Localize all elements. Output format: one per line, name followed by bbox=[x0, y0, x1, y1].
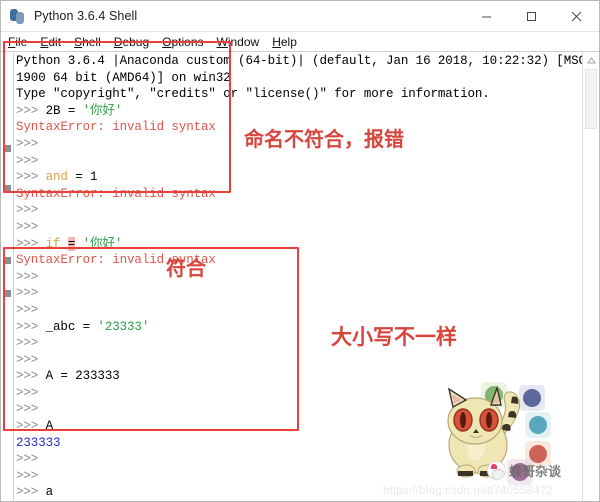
shell-line: >>> bbox=[16, 401, 582, 418]
menu-item-options[interactable]: Options bbox=[162, 33, 211, 51]
scrollbar-thumb[interactable] bbox=[585, 69, 597, 129]
menu-label: hell bbox=[82, 34, 101, 49]
prompt: >>> bbox=[16, 203, 39, 218]
code-text: A bbox=[45, 419, 54, 434]
shell-line: >>> A bbox=[16, 418, 582, 435]
shell-line: >>> if = '你好' bbox=[16, 236, 582, 253]
menu-mnemonic: S bbox=[74, 34, 83, 49]
annotation-case-differs: 大小写不一样 bbox=[331, 325, 457, 349]
keyword-token: if bbox=[45, 236, 61, 251]
prompt: >>> bbox=[16, 136, 39, 151]
prompt: >>> bbox=[16, 236, 46, 251]
menu-item-edit[interactable]: Edit bbox=[40, 33, 69, 51]
shell-line: >>> bbox=[16, 302, 582, 319]
title-bar: Python 3.6.4 Shell bbox=[1, 1, 599, 32]
prompt: >>> bbox=[16, 286, 39, 301]
prompt: >>> bbox=[16, 319, 46, 334]
banner-line: 1900 64 bit (AMD64)] on win32 bbox=[16, 70, 231, 85]
prompt: >>> bbox=[16, 468, 39, 483]
string-literal: '23333' bbox=[97, 319, 150, 334]
shell-line: >>> a bbox=[16, 484, 582, 501]
shell-body: Python 3.6.4 |Anaconda custom (64-bit)| … bbox=[1, 52, 599, 501]
shell-error: SyntaxError: invalid syntax bbox=[16, 186, 216, 201]
prompt: >>> bbox=[16, 352, 39, 367]
shell-line: >>> and = 1 bbox=[16, 169, 582, 186]
menu-label: ile bbox=[15, 34, 28, 49]
code-text: A = 233333 bbox=[45, 369, 120, 384]
annotation-naming-mismatch: 命名不符合，报错 bbox=[244, 127, 404, 151]
minimize-button[interactable] bbox=[464, 1, 509, 32]
maximize-button[interactable] bbox=[509, 1, 554, 32]
prompt: >>> bbox=[16, 452, 39, 467]
prompt: >>> bbox=[16, 219, 39, 234]
code-text: = 1 bbox=[67, 170, 98, 185]
menu-label: indow bbox=[227, 34, 260, 49]
shell-line: >>> bbox=[16, 335, 582, 352]
menu-label: dit bbox=[48, 34, 62, 49]
keyword-token: and bbox=[45, 170, 68, 185]
banner-line: Python 3.6.4 |Anaconda custom (64-bit)| … bbox=[16, 54, 582, 68]
prompt: >>> bbox=[16, 369, 46, 384]
menu-label: ebug bbox=[122, 34, 150, 49]
shell-line: >>> bbox=[16, 451, 582, 468]
shell-output: 233333 bbox=[16, 435, 61, 450]
shell-line: >>> _abc = '23333' bbox=[16, 319, 582, 336]
prompt: >>> bbox=[16, 170, 46, 185]
prompt: >>> bbox=[16, 336, 39, 351]
string-literal: '你好' bbox=[82, 103, 123, 118]
menu-item-file[interactable]: File bbox=[8, 33, 35, 51]
menu-item-debug[interactable]: Debug bbox=[114, 33, 157, 51]
shell-line: >>> bbox=[16, 269, 582, 286]
shell-line: >>> bbox=[16, 468, 582, 485]
gutter-mark bbox=[3, 145, 11, 152]
line-gutter bbox=[1, 52, 14, 501]
gutter-mark bbox=[3, 290, 11, 297]
gutter-mark bbox=[3, 257, 11, 264]
prompt: >>> bbox=[16, 103, 46, 118]
shell-line: >>> bbox=[16, 385, 582, 402]
string-literal: '你好' bbox=[75, 236, 123, 251]
shell-line: >>> bbox=[16, 352, 582, 369]
code-text: a bbox=[45, 485, 54, 500]
window-controls bbox=[464, 1, 599, 32]
scroll-up-icon[interactable] bbox=[583, 52, 599, 68]
window-title: Python 3.6.4 Shell bbox=[34, 9, 138, 23]
menu-label: ptions bbox=[171, 34, 204, 49]
shell-line: >>> 2B = '你好' bbox=[16, 103, 582, 120]
shell-line: >>> bbox=[16, 202, 582, 219]
prompt: >>> bbox=[16, 402, 39, 417]
prompt: >>> bbox=[16, 302, 39, 317]
shell-line: >>> bbox=[16, 285, 582, 302]
menu-mnemonic: H bbox=[272, 34, 281, 49]
shell-line: >>> A = 233333 bbox=[16, 368, 582, 385]
menu-item-help[interactable]: Help bbox=[272, 33, 305, 51]
menu-label: elp bbox=[280, 34, 297, 49]
banner-line: Type "copyright", "credits" or "license(… bbox=[16, 87, 490, 102]
menu-bar: File Edit Shell Debug Options Window Hel… bbox=[1, 32, 599, 52]
annotation-conforms: 符合 bbox=[166, 256, 206, 280]
menu-item-shell[interactable]: Shell bbox=[74, 33, 109, 51]
close-button[interactable] bbox=[554, 1, 599, 32]
menu-mnemonic: W bbox=[216, 34, 228, 49]
shell-output-area[interactable]: Python 3.6.4 |Anaconda custom (64-bit)| … bbox=[14, 52, 582, 501]
python-icon bbox=[10, 8, 26, 24]
python-shell-window: Python 3.6.4 Shell File Edit Shell Debug… bbox=[0, 0, 600, 502]
shell-line: >>> bbox=[16, 153, 582, 170]
prompt: >>> bbox=[16, 153, 39, 168]
prompt: >>> bbox=[16, 269, 39, 284]
shell-line: >>> bbox=[16, 219, 582, 236]
menu-item-window[interactable]: Window bbox=[217, 33, 268, 51]
gutter-mark bbox=[3, 185, 11, 192]
prompt: >>> bbox=[16, 485, 46, 500]
prompt: >>> bbox=[16, 419, 46, 434]
code-text: _abc = bbox=[45, 319, 98, 334]
code-text: 2B = bbox=[45, 103, 83, 118]
shell-error: SyntaxError: invalid syntax bbox=[16, 253, 216, 268]
vertical-scrollbar[interactable] bbox=[582, 52, 599, 501]
prompt: >>> bbox=[16, 385, 39, 400]
